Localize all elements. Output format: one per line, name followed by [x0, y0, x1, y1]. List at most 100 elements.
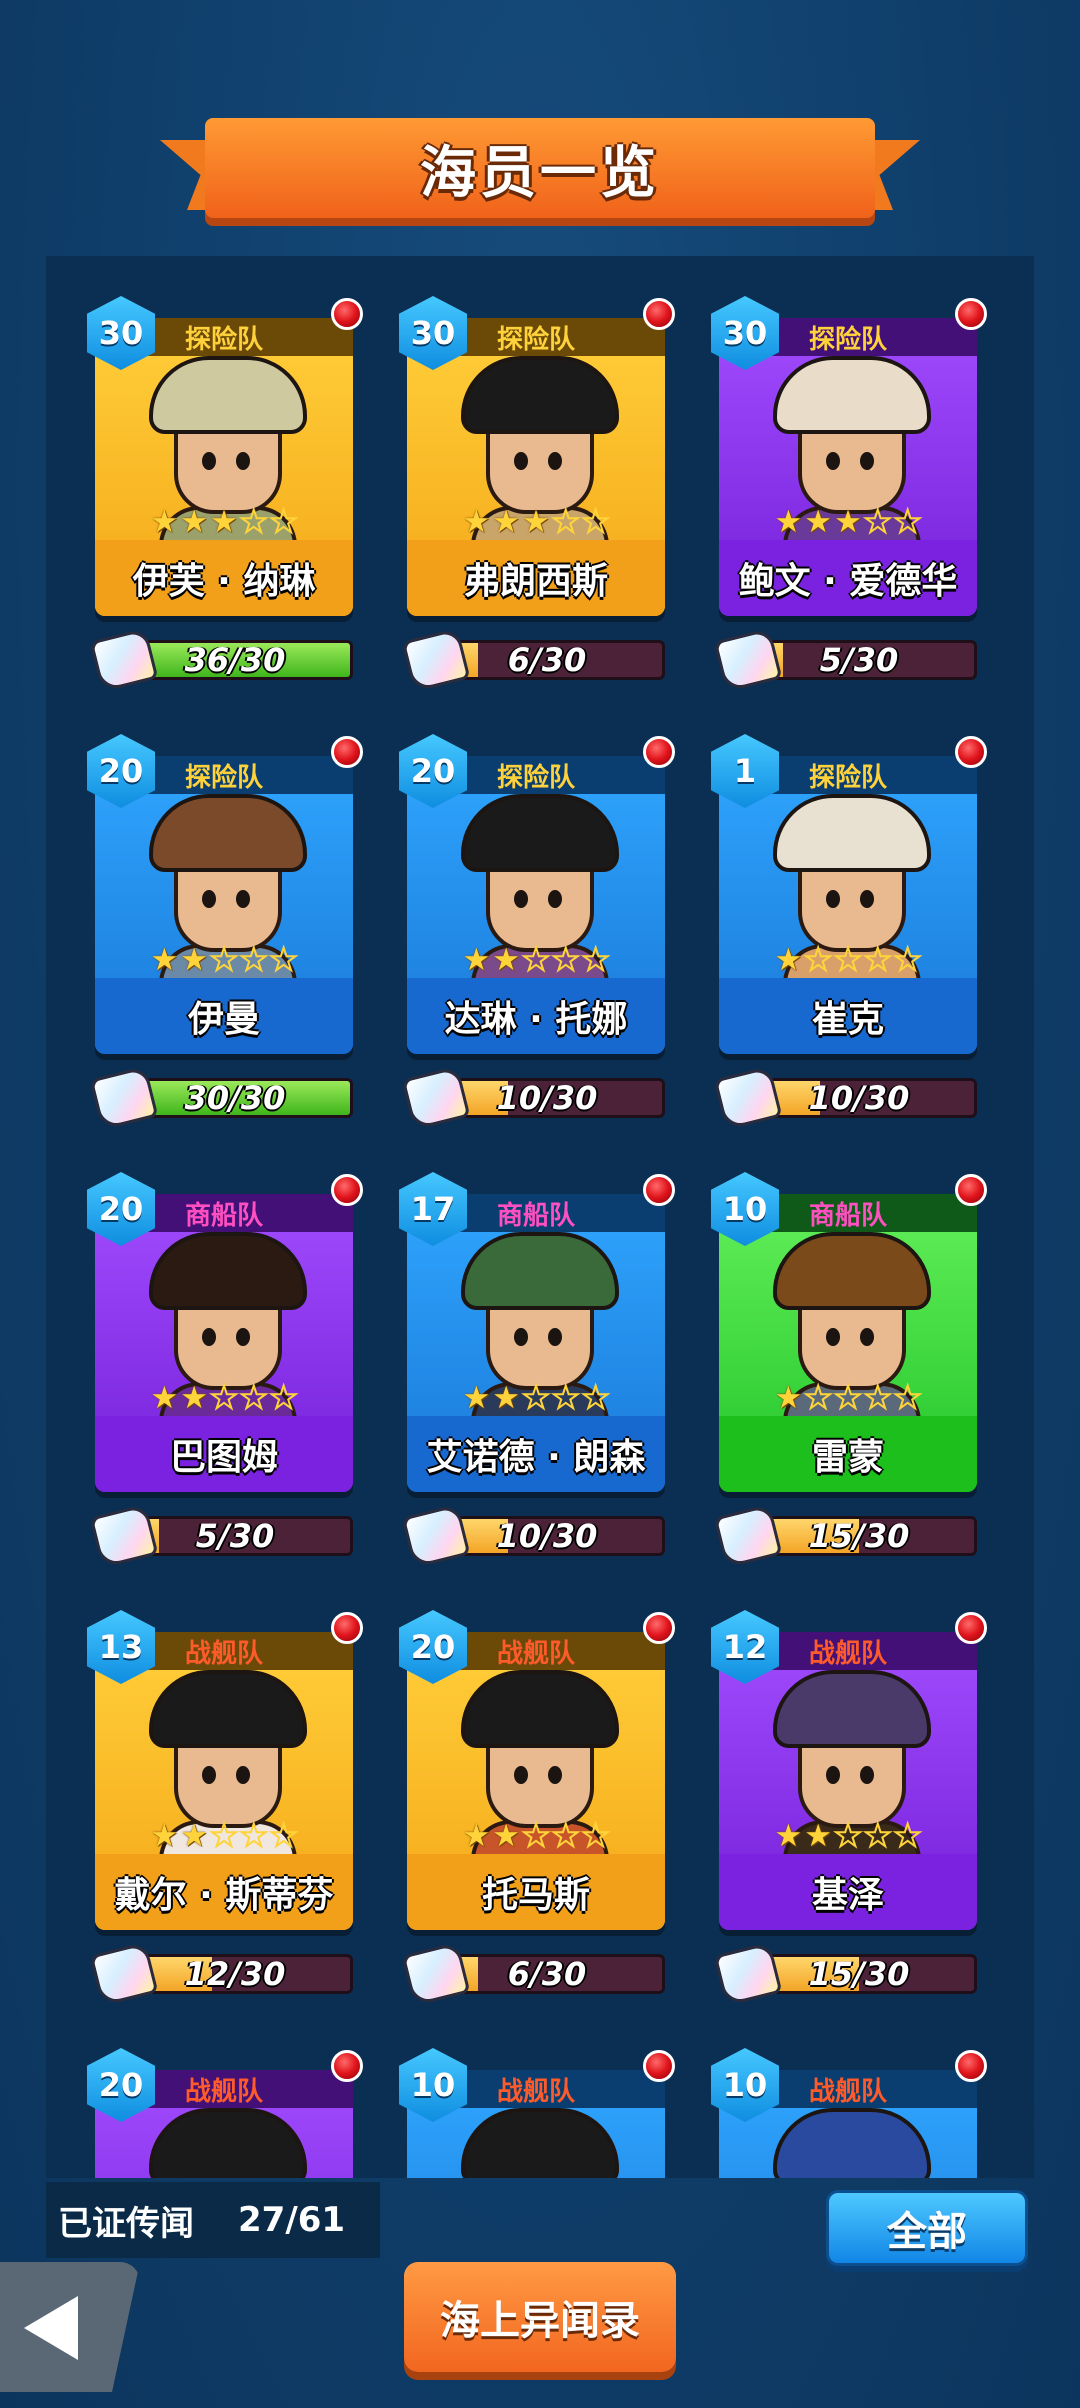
red-dot-icon	[331, 2050, 363, 2082]
red-dot-icon	[331, 1174, 363, 1206]
fragment-progress: 5/30	[713, 627, 977, 693]
red-dot-icon	[955, 298, 987, 330]
star-filled-icon: ★	[462, 504, 491, 540]
star-rating: ★ ★ ★ ★ ★	[719, 1379, 977, 1417]
crew-card[interactable]: 探险队 ★ ★ ★ ★ ★ 伊芙 · 纳琳 30 36/30	[87, 296, 363, 693]
crew-card[interactable]: 探险队 ★ ★ ★ ★ ★ 伊曼 20 30/30	[87, 734, 363, 1131]
portrait-eye	[202, 1328, 216, 1346]
crew-card[interactable]: 商船队 ★ ★ ★ ★ ★ 艾诺德 · 朗森 17 10/30	[399, 1172, 675, 1569]
collected-count: 27/61	[238, 2200, 346, 2240]
star-filled-icon: ★	[150, 1818, 179, 1854]
crew-card[interactable]: 探险队 ★ ★ ★ ★ ★ 达琳 · 托娜 20 10/30	[399, 734, 675, 1131]
portrait-eye	[514, 890, 528, 908]
crew-name: 雷蒙	[719, 1416, 977, 1492]
star-empty-icon: ★	[521, 941, 551, 979]
star-empty-icon: ★	[581, 1817, 611, 1855]
crew-card[interactable]: 探险队 ★ ★ ★ ★ ★ 弗朗西斯 30 6/30	[399, 296, 675, 693]
filter-all-button[interactable]: 全部	[826, 2190, 1028, 2266]
portrait-eye	[860, 452, 874, 470]
fragment-progress: 6/30	[401, 1941, 665, 2007]
star-rating: ★ ★ ★ ★ ★	[719, 1817, 977, 1855]
portrait-hat	[461, 2108, 619, 2178]
star-filled-icon: ★	[150, 1380, 179, 1416]
puzzle-piece-icon	[401, 1941, 471, 2007]
fragment-progress: 6/30	[401, 627, 665, 693]
puzzle-piece-icon	[713, 1065, 783, 1131]
star-empty-icon: ★	[893, 503, 923, 541]
star-empty-icon: ★	[803, 941, 833, 979]
portrait-hat	[149, 2108, 307, 2178]
fragment-progress: 10/30	[713, 1065, 977, 1131]
puzzle-piece-icon	[89, 627, 159, 693]
sea-records-button[interactable]: 海上异闻录	[404, 2262, 676, 2372]
star-empty-icon: ★	[551, 1817, 581, 1855]
crew-card[interactable]: 探险队 ★ ★ ★ ★ ★ 崔克 1 10/30	[711, 734, 987, 1131]
star-rating: ★ ★ ★ ★ ★	[407, 941, 665, 979]
crew-card[interactable]: 战舰队 10	[711, 2048, 987, 2178]
crew-name: 弗朗西斯	[407, 540, 665, 616]
portrait-eye	[514, 1328, 528, 1346]
crew-card[interactable]: 商船队 ★ ★ ★ ★ ★ 巴图姆 20 5/30	[87, 1172, 363, 1569]
page-title: 海员一览	[420, 140, 660, 206]
banner-plate: 海员一览	[205, 118, 875, 218]
red-dot-icon	[643, 298, 675, 330]
crew-card[interactable]: 战舰队 ★ ★ ★ ★ ★ 基泽 12 15/30	[711, 1610, 987, 2007]
portrait-eye	[202, 1766, 216, 1784]
star-empty-icon: ★	[833, 1379, 863, 1417]
star-filled-icon: ★	[180, 942, 209, 978]
star-empty-icon: ★	[209, 1379, 239, 1417]
star-rating: ★ ★ ★ ★ ★	[407, 1379, 665, 1417]
crew-name: 艾诺德 · 朗森	[407, 1416, 665, 1492]
portrait-eye	[514, 1766, 528, 1784]
portrait-hat	[461, 794, 619, 872]
star-rating: ★ ★ ★ ★ ★	[719, 503, 977, 541]
red-dot-icon	[643, 1612, 675, 1644]
star-empty-icon: ★	[239, 1379, 269, 1417]
crew-card[interactable]: 战舰队 ★ ★ ★ ★ ★ 托马斯 20 6/30	[399, 1610, 675, 2007]
crew-card[interactable]: 商船队 ★ ★ ★ ★ ★ 雷蒙 10 15/30	[711, 1172, 987, 1569]
red-dot-icon	[955, 736, 987, 768]
crew-grid[interactable]: 探险队 ★ ★ ★ ★ ★ 伊芙 · 纳琳 30 36/30 探险队 ★ ★ ★ ★ ★ 弗朗西斯 30 6/30…	[46, 256, 1034, 2178]
star-empty-icon: ★	[269, 941, 299, 979]
star-empty-icon: ★	[893, 1817, 923, 1855]
star-empty-icon: ★	[863, 941, 893, 979]
puzzle-piece-icon	[89, 1941, 159, 2007]
crew-card[interactable]: 战舰队 20	[87, 2048, 363, 2178]
star-filled-icon: ★	[774, 1818, 803, 1854]
star-empty-icon: ★	[239, 941, 269, 979]
crew-portrait	[407, 2108, 665, 2178]
crew-name: 鲍文 · 爱德华	[719, 540, 977, 616]
portrait-eye	[860, 1766, 874, 1784]
crew-card[interactable]: 战舰队 10	[399, 2048, 675, 2178]
portrait-hat	[461, 1232, 619, 1310]
portrait-eye	[514, 452, 528, 470]
crew-card[interactable]: 探险队 ★ ★ ★ ★ ★ 鲍文 · 爱德华 30 5/30	[711, 296, 987, 693]
fragment-progress: 10/30	[401, 1065, 665, 1131]
star-filled-icon: ★	[180, 504, 209, 540]
puzzle-piece-icon	[713, 1503, 783, 1569]
star-filled-icon: ★	[774, 1380, 803, 1416]
star-rating: ★ ★ ★ ★ ★	[719, 941, 977, 979]
crew-card[interactable]: 战舰队 ★ ★ ★ ★ ★ 戴尔 · 斯蒂芬 13 12/30	[87, 1610, 363, 2007]
star-filled-icon: ★	[492, 1818, 521, 1854]
star-empty-icon: ★	[209, 1817, 239, 1855]
star-empty-icon: ★	[803, 1379, 833, 1417]
portrait-hat	[773, 1670, 931, 1748]
puzzle-piece-icon	[401, 627, 471, 693]
portrait-eye	[202, 890, 216, 908]
fragment-progress: 36/30	[89, 627, 353, 693]
fragment-progress: 15/30	[713, 1503, 977, 1569]
star-filled-icon: ★	[462, 1818, 491, 1854]
star-filled-icon: ★	[774, 504, 803, 540]
star-empty-icon: ★	[551, 503, 581, 541]
star-empty-icon: ★	[239, 503, 269, 541]
portrait-eye	[860, 1328, 874, 1346]
crew-portrait	[719, 2108, 977, 2178]
portrait-eye	[548, 1328, 562, 1346]
star-empty-icon: ★	[893, 941, 923, 979]
title-banner: 海员一览	[160, 112, 920, 232]
red-dot-icon	[955, 1612, 987, 1644]
red-dot-icon	[955, 2050, 987, 2082]
portrait-hat	[149, 1232, 307, 1310]
portrait-eye	[548, 1766, 562, 1784]
